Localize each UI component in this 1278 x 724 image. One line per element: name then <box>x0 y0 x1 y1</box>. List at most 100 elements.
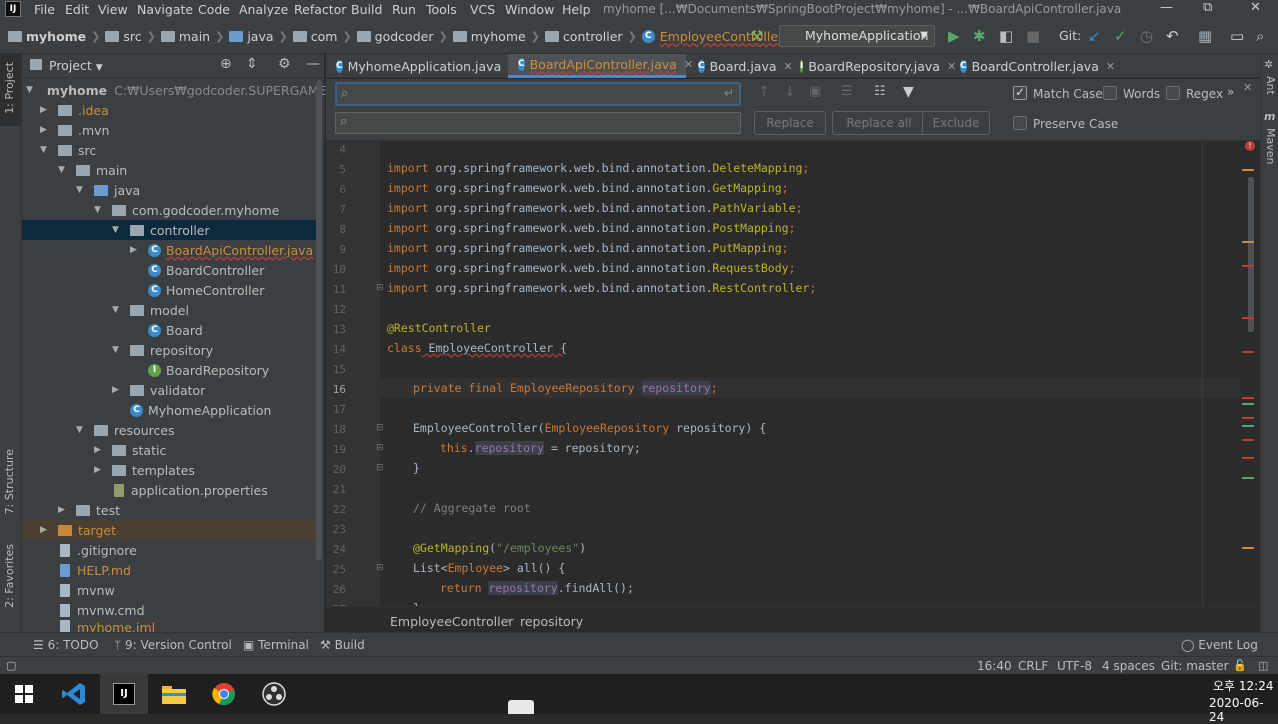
tool-tab-project[interactable]: 1: Project <box>3 62 16 114</box>
tree-node-myhomeiml[interactable]: myhome.iml <box>22 620 318 632</box>
git-update-icon[interactable]: ↙ <box>1088 27 1101 45</box>
tab-board[interactable]: C Board.java ✕ <box>688 54 793 78</box>
tool-tab-terminal[interactable]: ▣ Terminal <box>243 638 309 652</box>
newline-icon[interactable]: ↵ <box>724 86 734 100</box>
menu-window[interactable]: Window <box>505 2 554 17</box>
editor-crumb-field[interactable]: repository <box>520 614 583 629</box>
tool-tab-structure[interactable]: 7: Structure <box>3 449 16 514</box>
menu-analyze[interactable]: Analyze <box>239 2 288 17</box>
vscode-taskbar-icon[interactable] <box>50 674 98 714</box>
tab-boardapicontroller[interactable]: C BoardApiController.java ✕ <box>508 54 693 78</box>
file-explorer-taskbar-icon[interactable] <box>150 674 198 714</box>
tool-tab-todo[interactable]: ☰ 6: TODO <box>33 638 99 652</box>
replace-button[interactable]: Replace <box>754 111 826 135</box>
menu-view[interactable]: View <box>98 2 128 17</box>
replace-field[interactable]: ⌕ <box>335 112 741 134</box>
tree-node-main[interactable]: ▼ main <box>22 160 318 180</box>
tool-tab-maven[interactable]: Maven <box>1264 128 1277 164</box>
tree-node-templates[interactable]: ▶ templates <box>22 460 318 480</box>
filter-icon[interactable]: ▼ <box>903 84 914 100</box>
search-field[interactable]: ⌕ ↵ <box>335 82 741 106</box>
replace-all-button[interactable]: Replace all <box>832 111 926 135</box>
tree-node-src[interactable]: ▼ src <box>22 140 318 160</box>
tree-node-model[interactable]: ▼ model <box>22 300 318 320</box>
project-structure-icon[interactable]: ▦ <box>1198 27 1212 45</box>
git-branch[interactable]: Git: master <box>1161 659 1229 673</box>
crumb-main[interactable]: main <box>160 29 210 44</box>
memory-indicator-icon[interactable]: ◫ <box>1258 659 1268 672</box>
menu-refactor[interactable]: Refactor <box>294 2 346 17</box>
crumb-controller[interactable]: controller <box>544 29 623 44</box>
git-history-icon[interactable]: ◷ <box>1140 27 1153 45</box>
tool-tab-favorites[interactable]: 2: Favorites <box>3 544 16 608</box>
editor-scrollbar-thumb[interactable] <box>1248 177 1254 332</box>
file-encoding[interactable]: UTF-8 <box>1057 659 1092 673</box>
menu-run[interactable]: Run <box>392 2 416 17</box>
tree-node-resources[interactable]: ▼ resources <box>22 420 318 440</box>
tree-node-mvn[interactable]: ▶ .mvn <box>22 120 318 140</box>
crumb-com[interactable]: com <box>292 29 337 44</box>
menu-navigate[interactable]: Navigate <box>137 2 193 17</box>
tree-node-validator[interactable]: ▶ validator <box>22 380 318 400</box>
caret-position[interactable]: 16:40 <box>977 659 1012 673</box>
crumb-java[interactable]: java <box>229 29 274 44</box>
project-scrollbar[interactable] <box>316 80 322 560</box>
preserve-case-checkbox[interactable] <box>1013 116 1027 130</box>
editor-crumb-class[interactable]: EmployeeController <box>390 614 513 629</box>
clock-date[interactable]: 2020-06-24 <box>1209 696 1278 724</box>
menu-code[interactable]: Code <box>198 2 230 17</box>
fold-marker-icon[interactable]: ⊟ <box>376 283 384 293</box>
tab-myhomeapplication[interactable]: CMyhomeApplication.java✕ <box>326 54 517 78</box>
intellij-taskbar-icon[interactable]: IJ <box>100 674 148 714</box>
tool-tab-event-log[interactable]: ◯ Event Log <box>1181 638 1258 652</box>
close-window-button[interactable]: ✕ <box>1250 0 1261 15</box>
match-case-checkbox[interactable]: ✓ <box>1013 85 1027 100</box>
tree-node-static[interactable]: ▶ static <box>22 440 318 460</box>
clock-time[interactable]: 오후 12:24 <box>1213 677 1273 694</box>
tree-node-helpmd[interactable]: HELP.md <box>22 560 318 580</box>
tool-tab-build[interactable]: ⚒ Build <box>320 638 365 652</box>
tree-node-boardapicontroller[interactable]: ▶ C BoardApiController.java <box>22 240 318 260</box>
stop-icon[interactable]: ■ <box>1026 27 1040 45</box>
tree-node-test[interactable]: ▶ test <box>22 500 318 520</box>
hammer-build-icon[interactable]: ⚒ <box>750 27 763 45</box>
collapse-all-icon[interactable]: ⇕ <box>246 56 258 72</box>
coverage-icon[interactable]: ◧ <box>999 27 1013 45</box>
crumb-godcoder[interactable]: godcoder <box>356 29 433 44</box>
select-all-occurrences-icon[interactable]: ▣ <box>809 84 821 99</box>
chrome-taskbar-icon[interactable] <box>200 674 248 714</box>
menu-build[interactable]: Build <box>351 2 382 17</box>
crumb-src[interactable]: src <box>105 29 142 44</box>
tree-node-package[interactable]: ▼ com.godcoder.myhome <box>22 200 318 220</box>
exclude-button[interactable]: Exclude <box>922 111 990 135</box>
fold-marker-icon[interactable]: ⊟ <box>376 443 384 453</box>
fold-marker-icon[interactable]: ⊟ <box>376 423 384 433</box>
tree-node-homecontroller[interactable]: C HomeController <box>22 280 318 300</box>
tree-node-myhomeapplication[interactable]: C MyhomeApplication <box>22 400 318 420</box>
menu-tools[interactable]: Tools <box>426 2 457 17</box>
run-configuration-select[interactable]: MyhomeApplication ▼ <box>779 25 935 47</box>
tree-node-controller[interactable]: ▼ controller <box>22 220 318 240</box>
tree-node-board[interactable]: C Board <box>22 320 318 340</box>
tree-node-idea[interactable]: ▶ .idea <box>22 100 318 120</box>
floating-app-icon[interactable] <box>508 700 534 714</box>
lock-icon[interactable]: 🔓 <box>1233 659 1247 672</box>
tree-node-target[interactable]: ▶ target <box>22 520 318 540</box>
restore-button[interactable]: ⧉ <box>1203 0 1212 15</box>
tree-node-root[interactable]: ▼ myhome C:₩Users₩godcoder.SUPERGAME₩Do <box>22 80 356 100</box>
windows-start-icon[interactable] <box>0 674 48 714</box>
tree-node-boardcontroller[interactable]: C BoardController <box>22 260 318 280</box>
tree-node-gitignore[interactable]: .gitignore <box>22 540 318 560</box>
error-indicator-icon[interactable]: ! <box>1245 141 1255 151</box>
tree-node-mvnwcmd[interactable]: mvnw.cmd <box>22 600 318 620</box>
crumb-myhome[interactable]: myhome <box>8 29 86 44</box>
git-commit-icon[interactable]: ✓ <box>1114 27 1127 45</box>
filter-options-icon[interactable]: ☷ <box>874 84 886 99</box>
obs-taskbar-icon[interactable] <box>250 674 298 714</box>
run-icon[interactable]: ▶ <box>948 27 960 45</box>
menu-help[interactable]: Help <box>562 2 591 17</box>
words-checkbox[interactable] <box>1103 86 1117 100</box>
crumb-myhome-pkg[interactable]: myhome <box>452 29 526 44</box>
tree-node-application-properties[interactable]: application.properties <box>22 480 318 500</box>
menu-edit[interactable]: Edit <box>65 2 89 17</box>
